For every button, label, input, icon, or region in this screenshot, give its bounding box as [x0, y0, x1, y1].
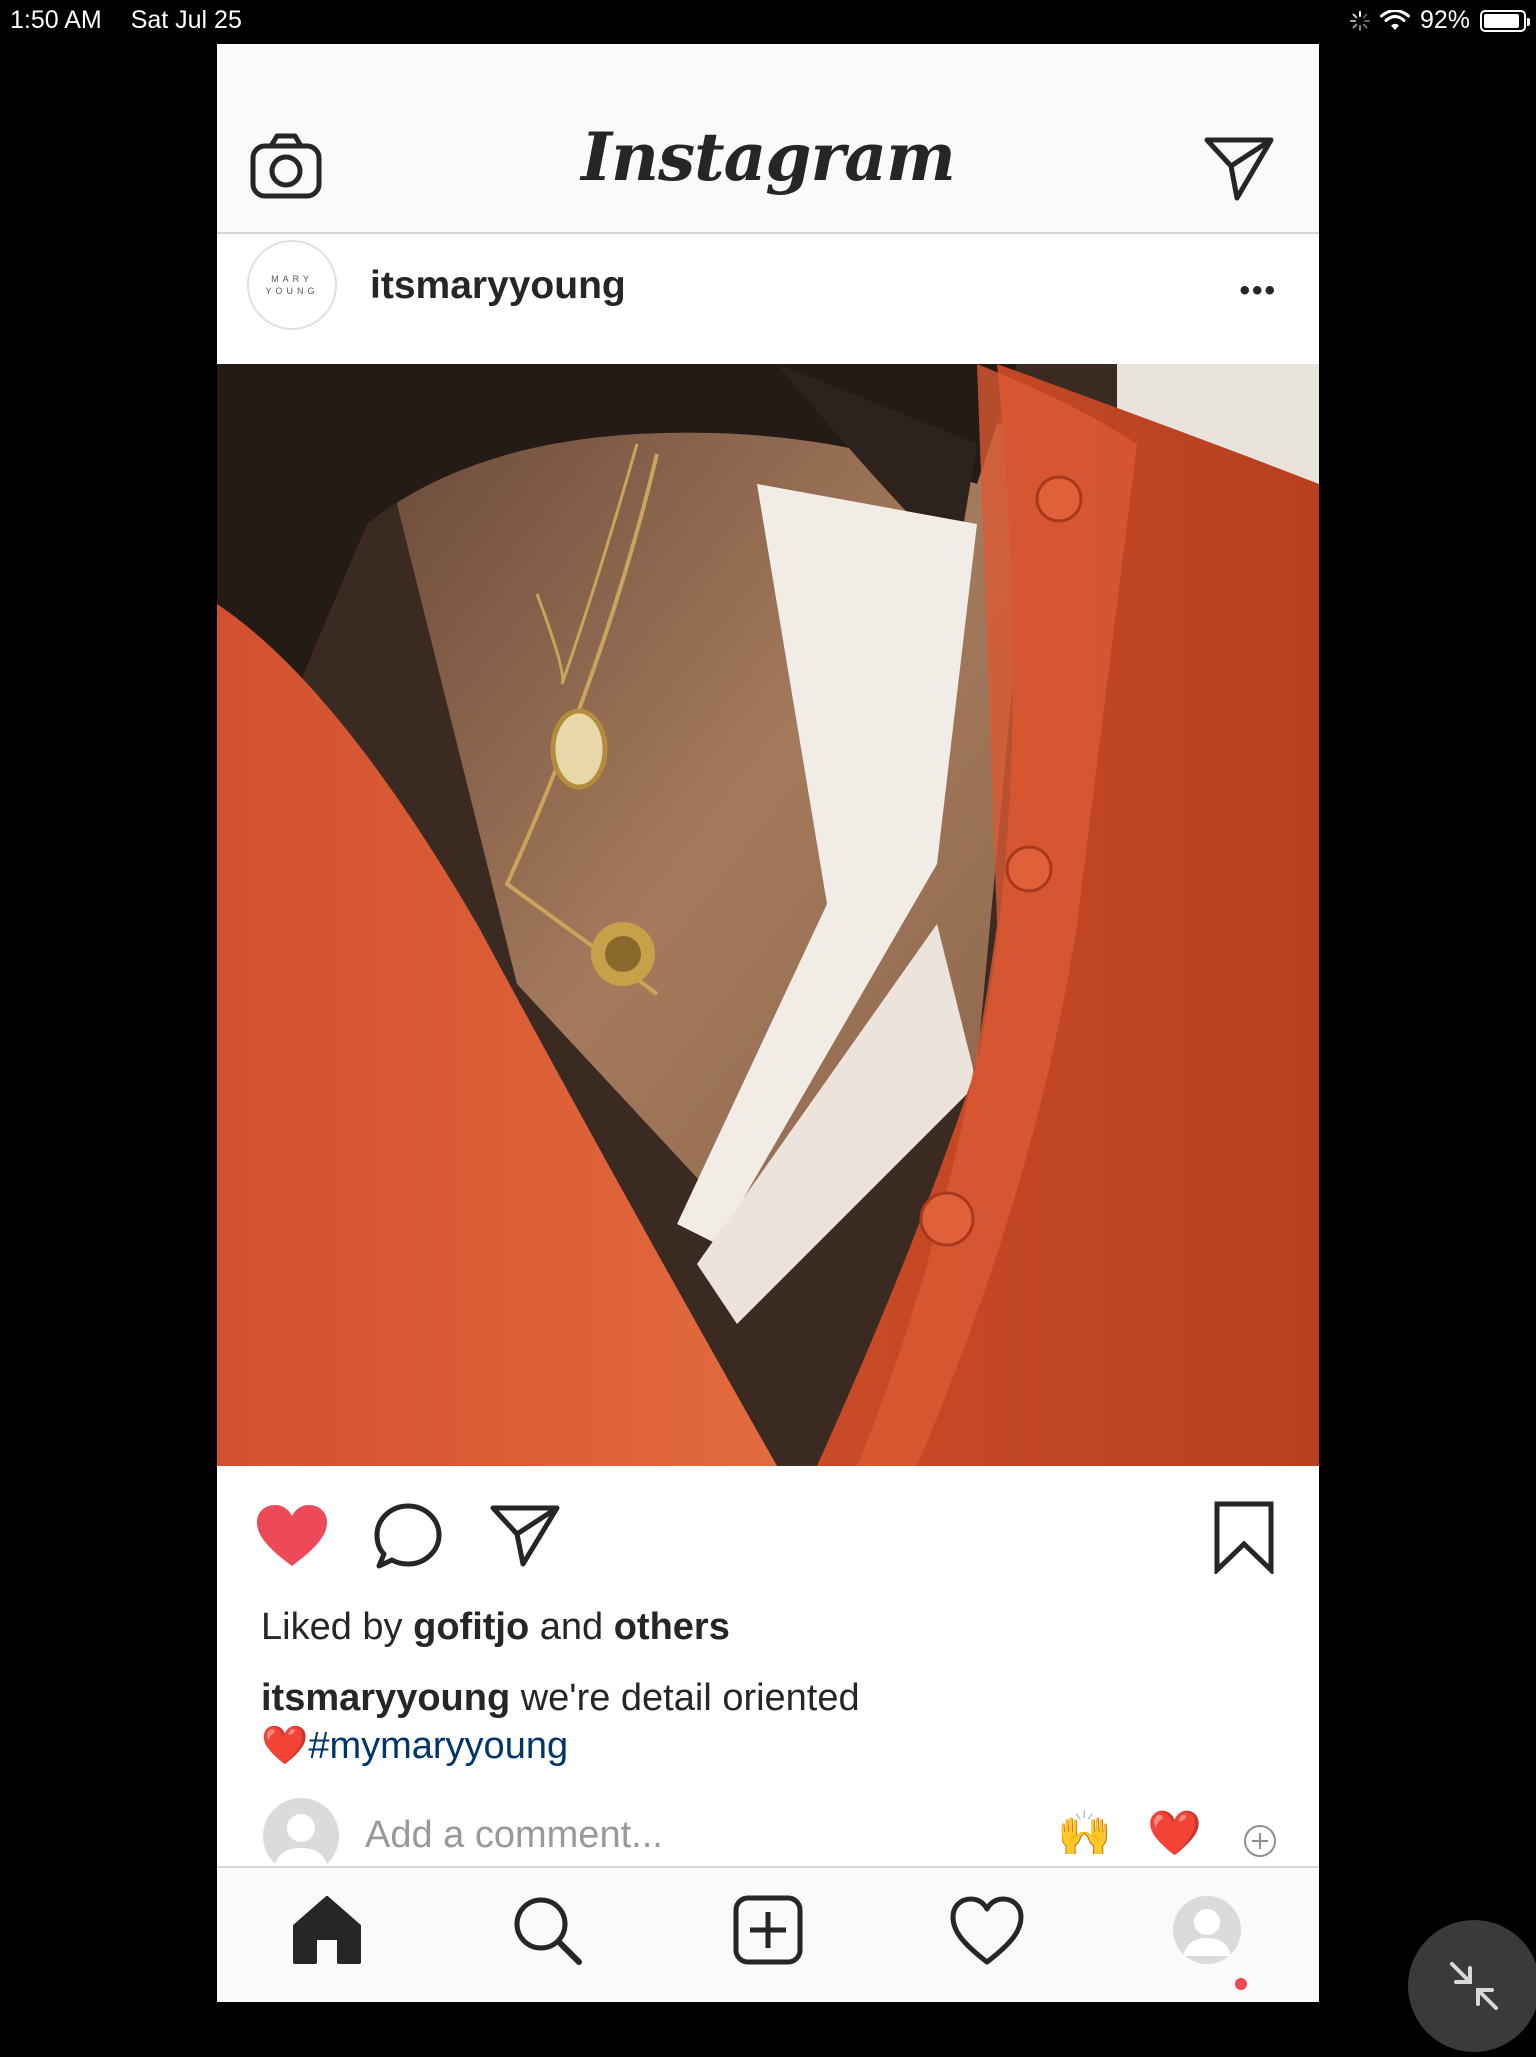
caption-text: we're detail oriented: [520, 1677, 860, 1719]
post-header: MARY YOUNG itsmaryyoung •••: [217, 234, 1319, 364]
new-post-icon[interactable]: [728, 1890, 808, 1970]
caption-username[interactable]: itsmaryyoung: [261, 1677, 510, 1719]
current-user-avatar: [263, 1798, 339, 1874]
add-reaction-icon[interactable]: [1243, 1824, 1277, 1858]
top-navigation-bar: Instagram: [217, 44, 1319, 234]
wifi-icon: [1379, 9, 1410, 30]
liked-by-others[interactable]: others: [614, 1606, 730, 1648]
heart-icon[interactable]: [255, 1504, 329, 1568]
battery-percent: 92%: [1419, 6, 1470, 34]
default-avatar-icon: [273, 1814, 329, 1874]
likes-summary: Liked by gofitjo and others: [261, 1606, 730, 1649]
post-author-username[interactable]: itsmaryyoung: [370, 264, 626, 308]
direct-icon[interactable]: [1203, 132, 1275, 204]
bookmark-icon[interactable]: [1213, 1500, 1275, 1574]
activity-spinner-icon: [1349, 10, 1370, 31]
home-icon[interactable]: [287, 1890, 367, 1970]
quick-reaction-raised-hands[interactable]: 🙌: [1057, 1812, 1112, 1856]
status-date: Sat Jul 25: [130, 6, 242, 34]
avatar-text-line2: YOUNG: [265, 286, 319, 296]
post-photo[interactable]: [217, 364, 1319, 1466]
activity-icon[interactable]: [947, 1890, 1027, 1970]
bottom-tab-bar: [217, 1866, 1319, 2002]
battery-icon: [1480, 9, 1530, 32]
comment-icon[interactable]: [373, 1502, 443, 1572]
avatar-text-line1: MARY: [271, 274, 313, 284]
caption-heart-emoji: ❤️: [261, 1725, 309, 1767]
search-icon[interactable]: [507, 1890, 587, 1970]
post-caption: itsmaryyoung we're detail oriented ❤️#my…: [261, 1674, 1241, 1770]
liked-by-and: and: [539, 1606, 604, 1648]
status-bar-right: 92%: [1349, 6, 1530, 35]
instagram-logo: Instagram: [581, 118, 956, 196]
collapse-window-button[interactable]: [1408, 1920, 1536, 2052]
post-actions: [217, 1466, 1319, 1586]
profile-icon[interactable]: [1167, 1890, 1247, 1970]
status-bar-left: 1:50 AM Sat Jul 25: [10, 6, 264, 35]
caption-hashtag[interactable]: #mymaryyoung: [308, 1725, 568, 1767]
collapse-icon: [1450, 1962, 1498, 2010]
profile-notification-dot: [1235, 1978, 1247, 1990]
battery-level: [1484, 13, 1519, 28]
add-comment-input[interactable]: Add a comment...: [365, 1814, 663, 1857]
more-icon[interactable]: •••: [1239, 274, 1277, 308]
quick-reaction-heart[interactable]: ❤️: [1147, 1812, 1202, 1856]
share-icon[interactable]: [489, 1502, 561, 1568]
instagram-app: Instagram MARY YOUNG itsmaryyoung ••• Li…: [217, 44, 1319, 2002]
add-comment-row: Add a comment... 🙌 ❤️: [217, 1794, 1319, 1874]
liked-by-prefix: Liked by: [261, 1606, 403, 1648]
liked-by-user[interactable]: gofitjo: [413, 1606, 529, 1648]
post-author-avatar[interactable]: MARY YOUNG: [247, 240, 337, 330]
status-time: 1:50 AM: [10, 6, 102, 34]
